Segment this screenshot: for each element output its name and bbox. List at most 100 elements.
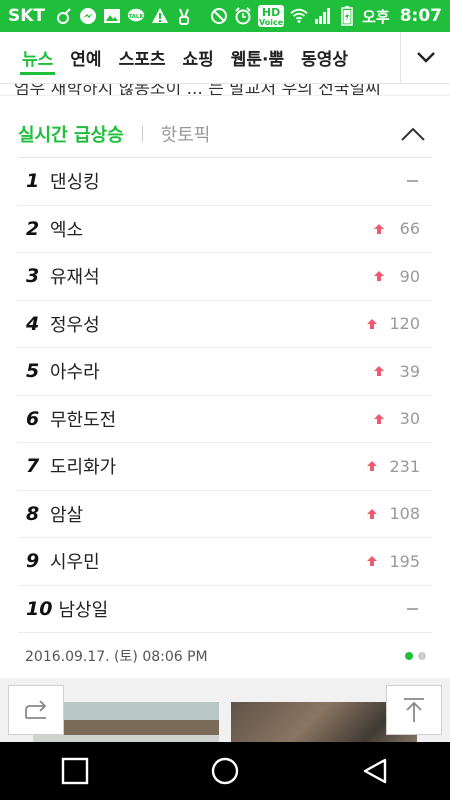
page-dot[interactable] bbox=[405, 652, 413, 660]
rank-change-value: 39 bbox=[399, 361, 420, 381]
more-tabs-button[interactable] bbox=[400, 32, 450, 83]
tab-video[interactable]: 동영상 bbox=[301, 32, 348, 83]
headline-peek-text: 엄우 재학하지 않동소이 ... 는 말교처 우의 전국일씨 bbox=[14, 84, 381, 96]
victory-icon bbox=[175, 7, 193, 25]
tab-news[interactable]: 뉴스 bbox=[19, 32, 56, 83]
ranking-row[interactable]: 5 아수라 39 bbox=[18, 348, 432, 396]
ranking-row[interactable]: 3 유재석 90 bbox=[18, 253, 432, 301]
wifi-icon bbox=[290, 7, 308, 25]
category-tabbar: 뉴스 연예 스포츠 쇼핑 웹툰·뿜 동영상 bbox=[0, 32, 450, 84]
alarm-icon bbox=[234, 7, 252, 25]
ranking-timestamp: 2016.09.17. (토) 08:06 PM bbox=[25, 649, 208, 665]
share-icon bbox=[25, 700, 47, 719]
svg-text:TALK: TALK bbox=[129, 14, 145, 20]
tab-webtoon[interactable]: 웹툰·뿜 bbox=[231, 32, 284, 83]
back-button[interactable] bbox=[345, 742, 405, 800]
headline-peek[interactable]: 엄우 재학하지 않동소이 ... 는 말교처 우의 전국일씨 bbox=[0, 84, 450, 96]
arrow-up-icon bbox=[374, 366, 384, 377]
ranking-footer: 2016.09.17. (토) 08:06 PM bbox=[18, 633, 432, 679]
rank-change: 231 bbox=[367, 457, 432, 476]
rank-change: 120 bbox=[367, 314, 432, 333]
carrier-label: SKT bbox=[8, 6, 46, 26]
rank-change-value: 195 bbox=[389, 551, 420, 571]
rank-number: 4 bbox=[26, 312, 40, 335]
rank-change: 66 bbox=[374, 219, 432, 238]
page-dot[interactable] bbox=[418, 652, 426, 660]
rank-keyword: 도리화가 bbox=[50, 457, 117, 479]
ranking-row[interactable]: 2 엑소 66 bbox=[18, 206, 432, 253]
ranking-row[interactable]: 4 정우성 120 bbox=[18, 301, 432, 348]
content-preview-strip bbox=[0, 678, 450, 742]
arrow-up-icon bbox=[367, 318, 378, 329]
rank-keyword: 무한도전 bbox=[50, 409, 117, 431]
share-button[interactable] bbox=[8, 685, 64, 735]
rank-number: 10 bbox=[26, 597, 53, 620]
hd-voice-icon: HD Voice bbox=[258, 5, 285, 27]
rank-keyword: 엑소 bbox=[50, 219, 84, 241]
arrow-up-icon bbox=[367, 508, 378, 519]
no-change-dash-icon bbox=[407, 180, 418, 183]
scroll-top-button[interactable] bbox=[386, 685, 442, 735]
tab-hot-topic[interactable]: 핫토픽 bbox=[161, 121, 211, 147]
category-tabs: 뉴스 연예 스포츠 쇼핑 웹툰·뿜 동영상 bbox=[0, 32, 400, 83]
recent-apps-icon bbox=[61, 757, 89, 785]
tab-entertainment[interactable]: 연예 bbox=[70, 32, 101, 83]
ranking-header: 실시간 급상승 핫토픽 bbox=[18, 110, 432, 158]
rank-change-value: 120 bbox=[389, 314, 420, 334]
rank-change: 30 bbox=[374, 409, 432, 428]
collapse-button[interactable] bbox=[398, 119, 428, 149]
rank-number: 1 bbox=[26, 170, 40, 193]
ranking-row[interactable]: 10 남상일 bbox=[18, 586, 432, 633]
rank-change-value: 90 bbox=[399, 266, 420, 286]
home-button[interactable] bbox=[195, 742, 255, 800]
arrow-up-icon bbox=[367, 556, 378, 567]
rank-number: 5 bbox=[26, 360, 40, 383]
voice-label: Voice bbox=[259, 17, 284, 27]
ranking-row[interactable]: 9 시우민 195 bbox=[18, 538, 432, 586]
arrow-up-icon bbox=[374, 223, 384, 234]
recent-apps-button[interactable] bbox=[45, 742, 105, 800]
home-icon bbox=[211, 757, 239, 785]
signal-icon bbox=[314, 7, 332, 25]
rank-change: 195 bbox=[367, 552, 432, 571]
ranking-row[interactable]: 7 도리화가 231 bbox=[18, 443, 432, 491]
messenger-icon bbox=[79, 7, 97, 25]
arrow-up-icon bbox=[367, 461, 378, 472]
rank-change: 39 bbox=[374, 362, 432, 381]
arrow-up-icon bbox=[374, 413, 384, 424]
tab-realtime-rising[interactable]: 실시간 급상승 bbox=[18, 121, 124, 147]
rank-change-value: 30 bbox=[399, 409, 420, 429]
rank-number: 8 bbox=[26, 502, 40, 525]
realtime-ranking: 실시간 급상승 핫토픽 1 댄싱킹 2 엑소 66 3 유재석 90 4 정우성 120 5 아수라 39… bbox=[18, 110, 432, 679]
no-change-dash-icon bbox=[407, 607, 418, 610]
ranking-row[interactable]: 6 무한도전 30 bbox=[18, 396, 432, 443]
rank-number: 6 bbox=[26, 407, 40, 430]
rank-number: 3 bbox=[26, 265, 40, 288]
hd-label: HD bbox=[261, 5, 281, 19]
ranking-row[interactable]: 8 암살 108 bbox=[18, 491, 432, 538]
ranking-list: 1 댄싱킹 2 엑소 66 3 유재석 90 4 정우성 120 5 아수라 39 6 무한도전 30 7 도리화가… bbox=[18, 158, 432, 633]
talk-icon: TALK bbox=[127, 7, 145, 25]
gallery-icon bbox=[103, 7, 121, 25]
ranking-row[interactable]: 1 댄싱킹 bbox=[18, 158, 432, 206]
rank-change-value: 66 bbox=[399, 219, 420, 239]
rank-keyword: 유재석 bbox=[50, 267, 100, 289]
chevron-down-icon bbox=[416, 48, 436, 67]
divider bbox=[141, 125, 143, 142]
rank-number: 2 bbox=[26, 217, 40, 240]
page-indicator bbox=[405, 652, 432, 660]
battery-icon bbox=[338, 6, 356, 26]
rank-change bbox=[407, 180, 432, 183]
tab-shopping[interactable]: 쇼핑 bbox=[182, 32, 213, 83]
scroll-top-icon bbox=[404, 698, 424, 722]
rank-change-value: 108 bbox=[389, 504, 420, 524]
mood-icon bbox=[55, 7, 73, 25]
arrow-up-icon bbox=[374, 271, 384, 282]
rank-keyword: 남상일 bbox=[58, 599, 109, 621]
rank-keyword: 아수라 bbox=[50, 362, 100, 384]
rank-keyword: 정우성 bbox=[50, 314, 100, 336]
status-bar: SKT TALK HD Voice 오후 8:07 bbox=[0, 0, 450, 32]
tab-sports[interactable]: 스포츠 bbox=[119, 32, 166, 83]
rank-change: 90 bbox=[374, 267, 432, 286]
system-nav-bar bbox=[0, 742, 450, 800]
